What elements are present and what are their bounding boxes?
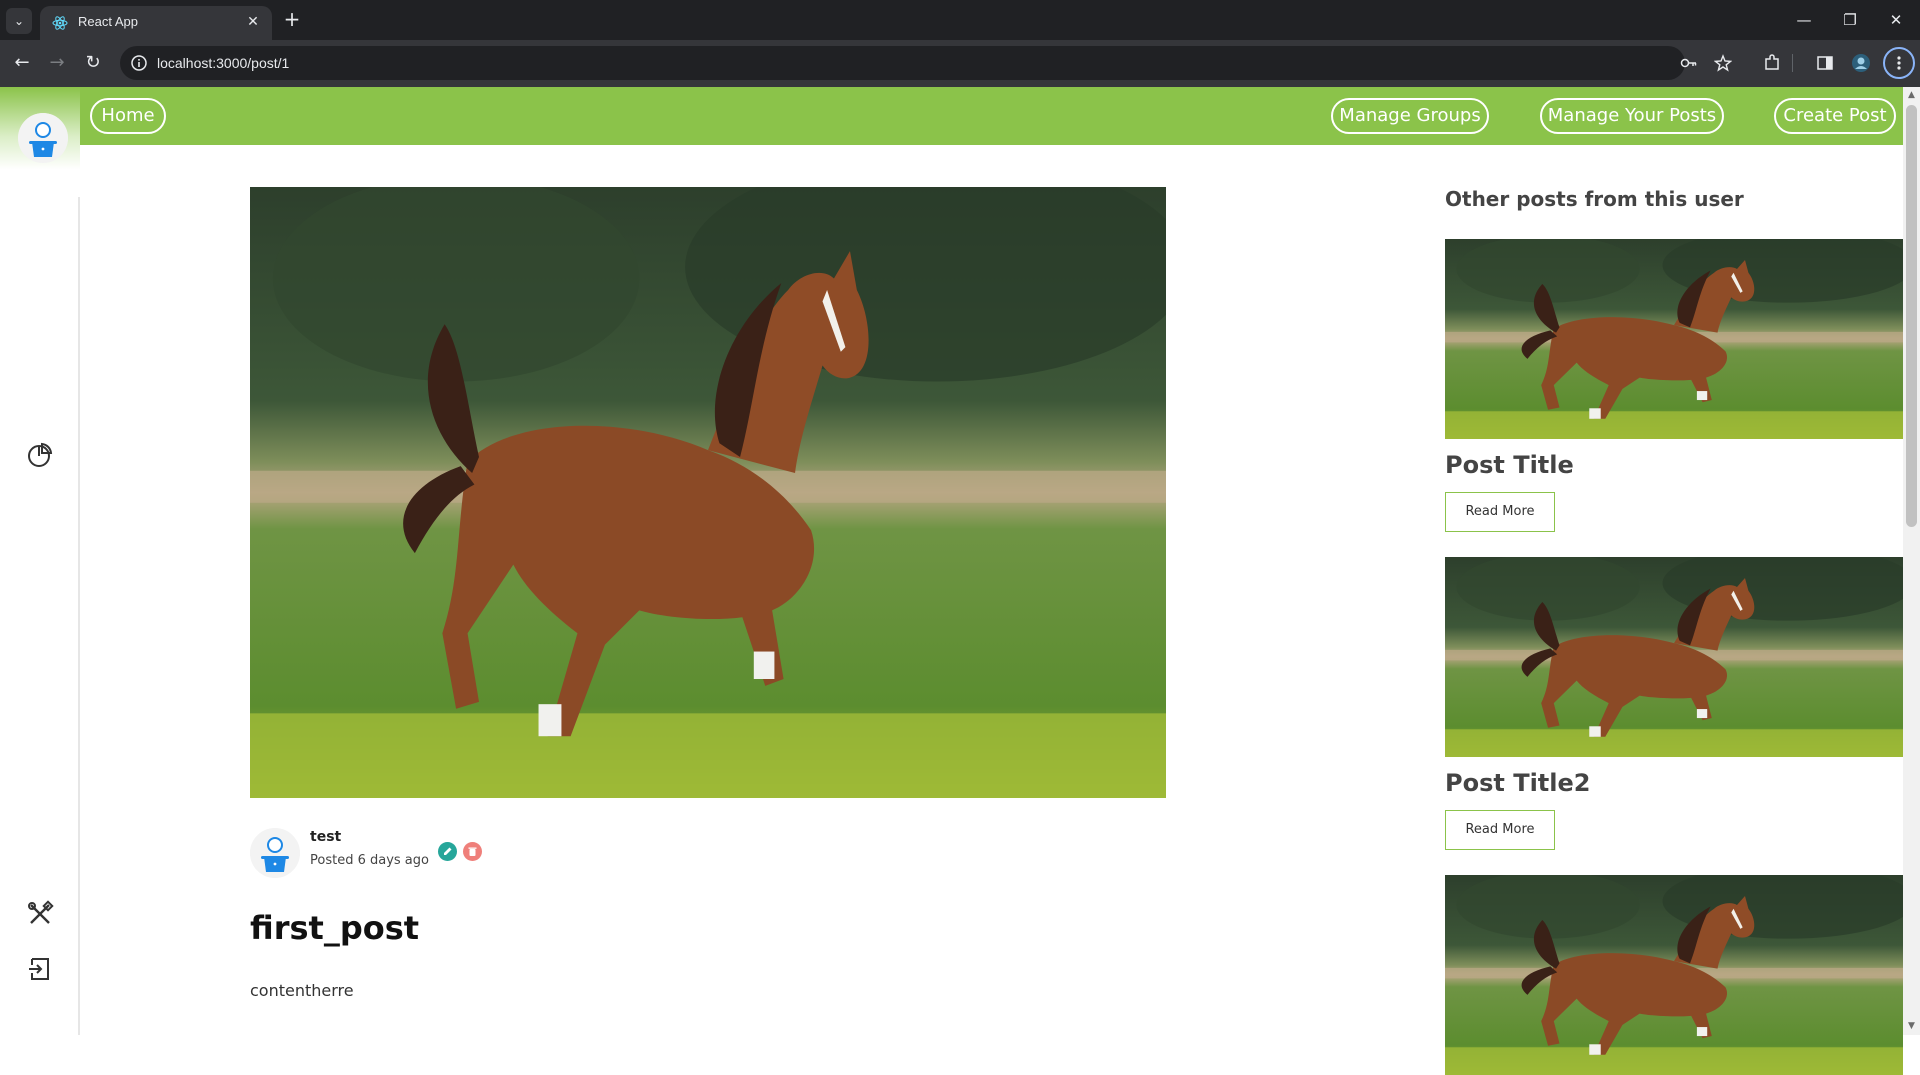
scroll-thumb[interactable] (1906, 105, 1917, 527)
related-post-image[interactable] (1445, 557, 1903, 757)
profile-avatar-icon[interactable] (1851, 53, 1871, 73)
browser-tab[interactable]: React App ✕ (40, 6, 272, 40)
user-avatar[interactable] (18, 113, 68, 163)
sidebar (0, 87, 80, 1035)
related-post-title: Post Title2 (1445, 769, 1591, 797)
forward-button[interactable]: → (44, 50, 70, 76)
password-key-icon[interactable] (1680, 54, 1698, 72)
tab-close-icon[interactable]: ✕ (244, 13, 262, 31)
home-button[interactable]: Home (90, 98, 166, 134)
pie-chart-icon[interactable] (26, 441, 54, 469)
tools-icon[interactable] (26, 900, 54, 928)
browser-toolbar: ← → ↻ localhost:3000/post/1 (0, 40, 1920, 87)
scroll-up-arrow-icon[interactable]: ▲ (1903, 87, 1920, 104)
related-post-image[interactable] (1445, 239, 1903, 439)
tab-search-button[interactable]: ⌄ (6, 8, 32, 34)
author-avatar[interactable] (250, 828, 300, 878)
bookmark-star-icon[interactable] (1714, 54, 1732, 72)
read-more-button[interactable]: Read More (1445, 492, 1555, 532)
read-more-button[interactable]: Read More (1445, 810, 1555, 850)
reload-button[interactable]: ↻ (80, 50, 106, 76)
app-root: Home Manage Groups Manage Your Posts Cre… (0, 87, 1920, 1035)
page-scrollbar[interactable]: ▲ ▼ (1903, 87, 1920, 1035)
browser-tab-bar: ⌄ React App ✕ + — ❐ ✕ (0, 0, 1920, 40)
post-timestamp: Posted 6 days ago (310, 853, 429, 868)
minimize-button[interactable]: — (1782, 6, 1826, 34)
post-hero-image (250, 187, 1166, 798)
related-post-image[interactable] (1445, 875, 1903, 1075)
url-text: localhost:3000/post/1 (157, 55, 290, 71)
author-name: test (310, 829, 342, 845)
logout-icon[interactable] (26, 955, 54, 983)
edit-post-button[interactable] (438, 842, 457, 861)
post-title: first_post (250, 909, 420, 947)
tab-title: React App (78, 14, 138, 29)
delete-post-button[interactable] (463, 842, 482, 861)
pencil-icon (444, 847, 452, 855)
trash-icon (468, 847, 477, 856)
chrome-menu-button[interactable] (1883, 47, 1915, 79)
more-vert-icon (1897, 56, 1901, 70)
side-panel-icon[interactable] (1815, 53, 1835, 73)
restore-button[interactable]: ❐ (1828, 6, 1872, 34)
toolbar-divider (1792, 54, 1793, 72)
other-posts-heading: Other posts from this user (1445, 187, 1744, 211)
extensions-icon[interactable] (1762, 53, 1782, 73)
site-info-icon[interactable] (130, 54, 148, 72)
post-content: contentherre (250, 981, 354, 1000)
related-post-title: Post Title (1445, 451, 1574, 479)
create-post-button[interactable]: Create Post (1774, 98, 1896, 134)
new-tab-button[interactable]: + (280, 8, 304, 32)
react-favicon-icon (52, 16, 68, 30)
manage-groups-button[interactable]: Manage Groups (1331, 98, 1489, 134)
top-nav: Home Manage Groups Manage Your Posts Cre… (80, 87, 1903, 145)
manage-your-posts-button[interactable]: Manage Your Posts (1540, 98, 1724, 134)
scroll-down-arrow-icon[interactable]: ▼ (1903, 1018, 1920, 1035)
back-button[interactable]: ← (9, 50, 35, 76)
window-close-button[interactable]: ✕ (1874, 6, 1918, 34)
address-bar[interactable]: localhost:3000/post/1 (120, 46, 1732, 80)
